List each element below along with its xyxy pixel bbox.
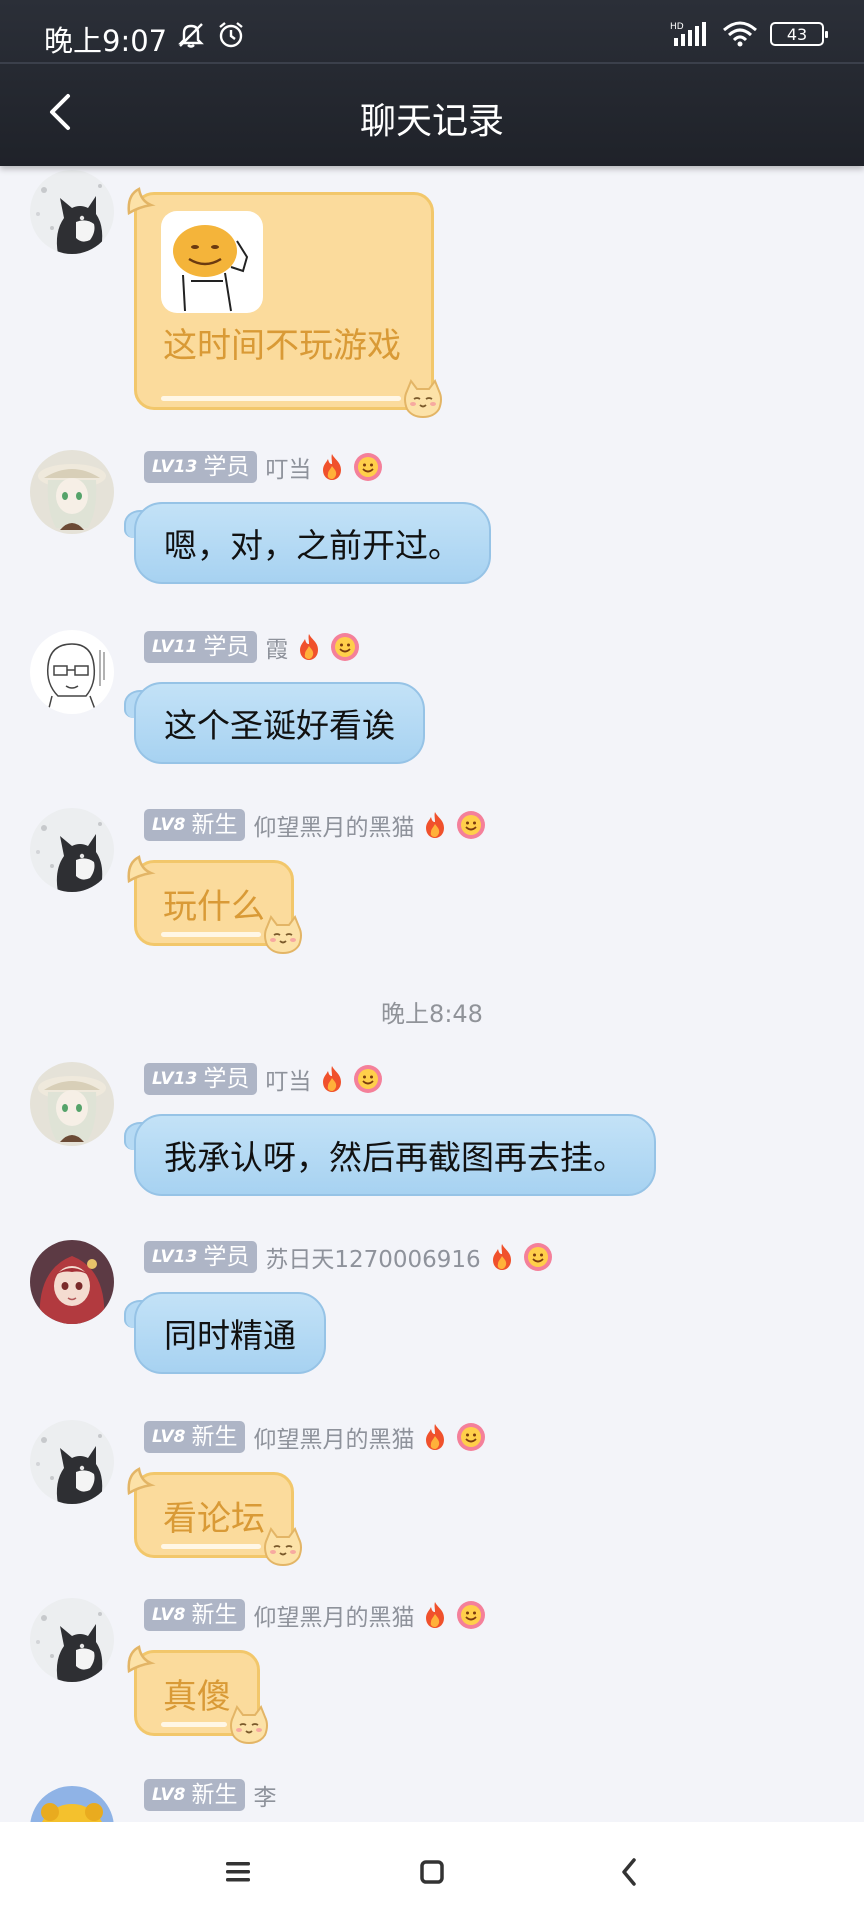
system-navigation-bar [0,1822,864,1920]
bubble-underline [161,1722,227,1727]
fire-icon [317,1064,347,1094]
smile-flower-icon [330,632,360,662]
message-text: 嗯，对，之前开过。 [164,526,461,565]
nickname[interactable]: 叮当 [265,1062,311,1096]
avatar[interactable] [30,170,114,254]
avatar[interactable] [30,450,114,534]
message-meta: LV11 学员 霞 [144,630,360,664]
message-bubble[interactable]: 同时精通 [124,1292,326,1374]
level-badge: LV8 新生 [144,1599,246,1631]
cat-ear-decoration [125,1465,157,1497]
cat-face-decoration [227,1703,271,1747]
cat-face-decoration [401,377,445,421]
message-text: 同时精通 [164,1316,296,1355]
message-meta: LV13 学员 苏日天1270006916 [144,1240,553,1274]
status-time: 晚上9:07 [44,24,168,58]
message-text: 真傻 [163,1676,231,1717]
avatar[interactable] [30,1420,114,1504]
bubble-underline [161,1544,261,1549]
smile-flower-icon [456,1422,486,1452]
avatar[interactable] [30,808,114,892]
smile-flower-icon [353,1064,383,1094]
smile-flower-icon [456,1600,486,1630]
level-badge: LV13 学员 [144,1063,258,1095]
cat-ear-decoration [125,1643,157,1675]
message-meta: LV8 新生 仰望黑月的黑猫 [144,1420,486,1454]
message-bubble[interactable]: 这个圣诞好看诶 [124,682,425,764]
avatar[interactable] [30,630,114,714]
smile-flower-icon [456,810,486,840]
home-icon[interactable] [412,1852,452,1892]
message-bubble[interactable]: 看论坛 [134,1472,294,1558]
wifi-icon [723,21,757,47]
battery-indicator: 43 [770,22,828,46]
header-divider [0,62,864,64]
status-bar: 晚上9:07 HD 43 [0,0,864,64]
fire-icon [420,810,450,840]
message-bubble[interactable]: 我承认呀，然后再截图再去挂。 [124,1114,656,1196]
message-meta: LV13 学员 叮当 [144,1062,383,1096]
message-text: 这时间不玩游戏 [163,326,401,366]
message-text: 我承认呀，然后再截图再去挂。 [164,1138,626,1177]
nickname[interactable]: 李 [253,1778,276,1812]
message-meta: LV8 新生 李 [144,1778,276,1812]
alarm-icon [219,22,243,48]
cat-face-decoration [261,1525,305,1569]
message-meta: LV8 新生 仰望黑月的黑猫 [144,1598,486,1632]
level-badge: LV13 学员 [144,451,258,483]
fire-icon [420,1422,450,1452]
avatar[interactable] [30,1598,114,1682]
nickname[interactable]: 苏日天1270006916 [265,1240,480,1274]
avatar[interactable] [30,1062,114,1146]
sticker-image[interactable] [161,211,263,313]
nickname[interactable]: 仰望黑月的黑猫 [253,1598,414,1632]
menu-icon[interactable] [218,1852,258,1892]
nav-back-icon[interactable] [610,1852,650,1892]
level-badge: LV8 新生 [144,809,246,841]
bubble-underline [161,396,401,401]
nickname[interactable]: 叮当 [265,450,311,484]
message-text: 这个圣诞好看诶 [164,706,395,745]
fire-icon [294,632,324,662]
bell-off-icon [178,23,204,48]
status-icons-left [176,20,246,50]
cat-ear-decoration [125,185,157,217]
status-icons-right: HD 43 [670,20,828,48]
nickname[interactable]: 仰望黑月的黑猫 [253,1420,414,1454]
fire-icon [487,1242,517,1272]
cat-face-decoration [261,913,305,957]
message-bubble[interactable]: 玩什么 [134,860,294,946]
fire-icon [317,452,347,482]
level-badge: LV8 新生 [144,1421,246,1453]
message-meta: LV8 新生 仰望黑月的黑猫 [144,808,486,842]
nickname[interactable]: 霞 [265,630,288,664]
level-badge: LV13 学员 [144,1241,258,1273]
level-badge: LV8 新生 [144,1779,246,1811]
message-meta: LV13 学员 叮当 [144,450,383,484]
message-bubble[interactable]: 真傻 [134,1650,260,1736]
message-text: 玩什么 [163,886,265,927]
smile-flower-icon [353,452,383,482]
message-text: 看论坛 [163,1498,265,1539]
network-label: HD [670,22,684,32]
sticker-face-icon [173,225,249,312]
bubble-underline [161,932,261,937]
fire-icon [420,1600,450,1630]
signal-icon: HD [670,22,706,46]
chat-timestamp: 晚上8:48 [381,1000,483,1028]
smile-flower-icon [523,1242,553,1272]
message-bubble[interactable]: 嗯，对，之前开过。 [124,502,491,584]
message-bubble[interactable]: 这时间不玩游戏 [134,192,434,410]
cat-ear-decoration [125,853,157,885]
level-badge: LV11 学员 [144,631,258,663]
nickname[interactable]: 仰望黑月的黑猫 [253,808,414,842]
page-title: 聊天记录 [359,101,504,142]
avatar[interactable] [30,1240,114,1324]
app-header: 晚上9:07 HD 43 聊天记录 [0,0,864,166]
